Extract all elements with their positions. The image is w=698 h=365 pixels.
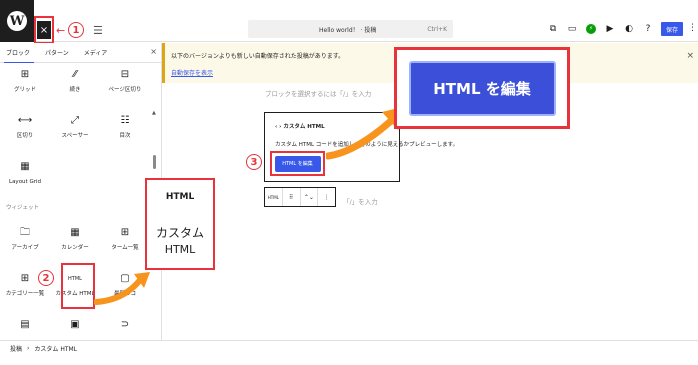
block-options-icon[interactable]: ⋮	[318, 188, 335, 206]
close-inserter-button[interactable]: ×	[37, 21, 51, 39]
block-title: ‹ › カスタム HTML	[275, 124, 325, 130]
block-calendar[interactable]: ▦ カレンダー	[50, 221, 100, 267]
arrow-left-icon: ←	[56, 24, 66, 37]
separator-icon: ⟷	[17, 115, 33, 126]
orange-arrow-icon	[94, 272, 150, 305]
rss-icon: ⊃	[120, 319, 130, 330]
calendar-icon: ▦	[70, 227, 80, 238]
block-label: 区切り	[16, 133, 34, 139]
more-icon: ⁄⁄	[73, 69, 77, 80]
jetpack-icon[interactable]: ⚡	[586, 24, 596, 34]
zoom-label-bottom: HTML	[164, 243, 196, 256]
block-label: Layout Grid	[9, 179, 41, 185]
block-grid[interactable]: ⊞ グリッド	[0, 63, 50, 109]
breadcrumb: 投稿 › カスタム HTML	[0, 340, 698, 355]
zoom-html-icon: HTML	[165, 192, 195, 202]
drag-handle-icon[interactable]: ⠿	[283, 188, 301, 206]
block-separator[interactable]: ⟷ 区切り	[0, 109, 50, 155]
step-3-badge: 3	[246, 154, 262, 170]
edit-html-callout: HTML を編集	[394, 47, 570, 129]
edit-html-highlight: HTML を編集	[270, 151, 325, 176]
custom-html-zoom-card: HTML カスタム HTML	[145, 178, 215, 270]
posts-icon: ▣	[70, 319, 80, 330]
page-list-icon: ▤	[20, 319, 30, 330]
block-spacer[interactable]: ⤢ スペーサー	[50, 109, 100, 155]
notice-message: 以下のバージョンよりも新しい自動保存された投稿があります。	[171, 53, 345, 60]
block-label: 続き	[69, 87, 81, 93]
block-terms-list[interactable]: ⊞ ターム一覧	[100, 221, 150, 267]
block-toolbar: HTML ⠿ ⌃⌄ ⋮	[264, 187, 336, 207]
view-autosave-link[interactable]: 自動保存を表示	[171, 68, 213, 77]
device-preview-icon[interactable]: ▭	[567, 24, 577, 34]
tab-patterns[interactable]: パターン	[45, 48, 69, 57]
document-overview-icon[interactable]: ☰	[93, 24, 103, 37]
grid-icon: ⊞	[20, 69, 30, 80]
archive-icon: 🗀	[20, 227, 30, 238]
block-label: ターム一覧	[111, 245, 139, 251]
zoom-label-top: カスタム	[155, 226, 204, 240]
help-icon[interactable]: ?	[643, 24, 653, 34]
block-rss[interactable]: ⊃	[100, 313, 150, 340]
breadcrumb-post[interactable]: 投稿	[10, 344, 22, 353]
close-highlight-box: ×	[34, 16, 54, 44]
edit-html-button-enlarged: HTML を編集	[408, 60, 556, 116]
view-external-icon[interactable]: ⧉	[548, 24, 558, 34]
inserter-close-icon[interactable]: ×	[150, 47, 157, 56]
document-title: Hello world！ · 投稿	[319, 26, 377, 34]
block-layout-grid[interactable]: ▦ Layout Grid	[0, 155, 50, 201]
more-options-icon[interactable]: ⋮	[688, 23, 697, 33]
tab-blocks[interactable]: ブロック	[6, 48, 30, 57]
custom-html-highlight	[61, 263, 95, 309]
move-arrows-icon[interactable]: ⌃⌄	[301, 188, 319, 206]
design-blocks-grid: ⊞ グリッド ⁄⁄ 続き ⊟ ページ区切り ⟷ 区切り ⤢ スペーサー ☷ 目次…	[0, 63, 150, 201]
settings-toggle-icon[interactable]: ◐	[624, 24, 634, 34]
terms-icon: ⊞	[120, 227, 130, 238]
block-latest-posts[interactable]: ▣	[50, 313, 100, 340]
block-page-break[interactable]: ⊟ ページ区切り	[100, 63, 150, 109]
command-shortcut: Ctrl+K	[427, 25, 447, 33]
send-icon[interactable]: ▶	[605, 24, 615, 34]
block-toc[interactable]: ☷ 目次	[100, 109, 150, 155]
block-label: カテゴリー一覧	[5, 291, 45, 297]
block-placeholder[interactable]: ブロックを選択するには「/」を入力	[265, 88, 371, 98]
block-label: スペーサー	[61, 133, 89, 139]
breadcrumb-custom-html[interactable]: カスタム HTML	[34, 344, 77, 353]
block-more[interactable]: ⁄⁄ 続き	[50, 63, 100, 109]
notice-close-icon[interactable]: ×	[686, 51, 694, 61]
tab-media[interactable]: メディア	[84, 48, 108, 57]
block-label: カレンダー	[61, 245, 89, 251]
save-button[interactable]: 保存	[661, 22, 683, 36]
block-page-list[interactable]: ▤	[0, 313, 50, 340]
inserter-tabs: ブロック パターン メディア ×	[0, 43, 161, 63]
step-2-badge: 2	[38, 270, 54, 286]
sidebar-scrollbar[interactable]	[153, 155, 156, 169]
top-icon-group: ⧉ ▭ ⚡ ▶ ◐ ?	[548, 24, 653, 34]
document-bar[interactable]: Hello world！ · 投稿 Ctrl+K	[248, 20, 453, 38]
table-of-contents-icon: ☷	[120, 115, 130, 126]
widgets-section-label: ウィジェット	[6, 205, 40, 211]
next-block-placeholder[interactable]: 「/」を入力	[343, 196, 378, 206]
block-label: アーカイブ	[11, 245, 39, 251]
block-label: ページ区切り	[108, 87, 142, 93]
step-1-badge: 1	[68, 22, 84, 38]
block-label: 目次	[119, 133, 131, 139]
scroll-up-icon[interactable]: ▲	[152, 110, 156, 116]
wordpress-logo-icon: W	[7, 11, 27, 31]
html-block-type-icon[interactable]: HTML	[265, 188, 283, 206]
block-label: グリッド	[13, 87, 36, 93]
edit-html-button[interactable]: HTML を編集	[274, 155, 321, 172]
wordpress-logo[interactable]: W	[0, 0, 34, 42]
breadcrumb-separator: ›	[27, 344, 30, 352]
top-toolbar: W × ← 1 ☰ Hello world！ · 投稿 Ctrl+K ⧉ ▭ ⚡…	[0, 0, 698, 44]
spacer-icon: ⤢	[71, 115, 79, 126]
page-break-icon: ⊟	[120, 69, 130, 80]
layout-grid-icon: ▦	[20, 161, 30, 172]
block-archives[interactable]: 🗀 アーカイブ	[0, 221, 50, 267]
categories-icon: ⊞	[20, 273, 30, 284]
